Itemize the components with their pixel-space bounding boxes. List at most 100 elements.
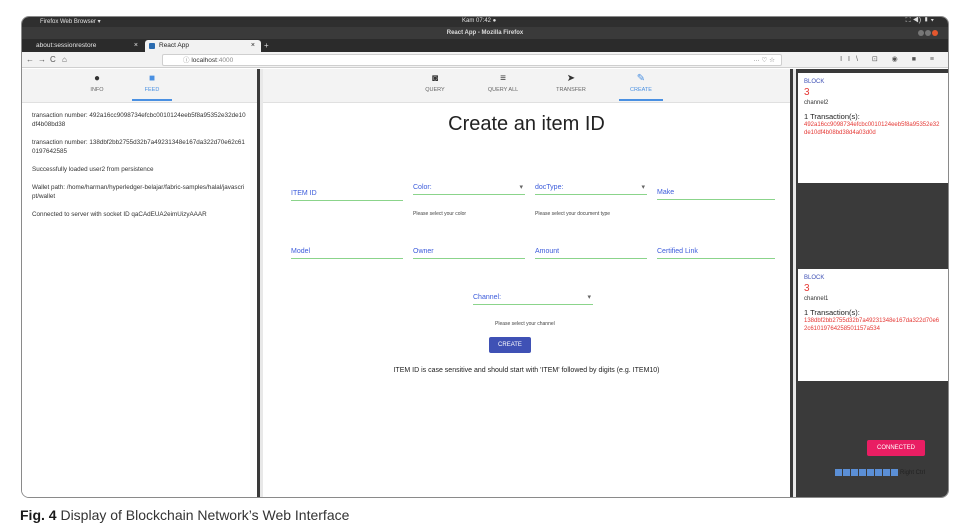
- tab-feed-label: FEED: [144, 87, 160, 93]
- tab-query-all-label: QUERY ALL: [487, 87, 519, 93]
- channel-select[interactable]: Channel:: [473, 291, 593, 305]
- figure-number: Fig. 4: [20, 507, 57, 523]
- vm-status-icon: [835, 469, 843, 476]
- color-hint: Please select your color: [413, 211, 467, 217]
- screenshot-frame: Firefox Web Browser ▾ Kam 07:42 ● ⛶ ◀) ▮…: [21, 16, 949, 498]
- page-content: ● INFO ■ FEED transaction number: 492a16…: [22, 69, 948, 497]
- owner-input[interactable]: Owner: [413, 245, 525, 259]
- certified-link-input[interactable]: Certified Link: [657, 245, 775, 259]
- block-label: BLOCK: [804, 275, 825, 281]
- tab-info-label: INFO: [90, 87, 104, 93]
- tab-create[interactable]: ✎ CREATE: [609, 73, 673, 101]
- block-tx-count: 1 Transaction(s):: [804, 112, 860, 121]
- react-favicon-icon: [149, 43, 155, 49]
- url-bar[interactable]: ⓘ localhost:4000 ··· ♡ ☆: [162, 54, 782, 66]
- minimize-icon[interactable]: [917, 30, 924, 36]
- block-label: BLOCK: [804, 79, 825, 85]
- send-icon: ➤: [566, 73, 576, 84]
- tab-transfer-label: TRANSFER: [556, 87, 586, 93]
- tab-create-label: CREATE: [630, 87, 652, 93]
- feed-item: transaction number: 138dbf2bb2755d32b7a4…: [32, 139, 245, 155]
- maximize-icon[interactable]: [924, 30, 931, 36]
- app-menu[interactable]: Firefox Web Browser ▾: [40, 18, 101, 25]
- pencil-icon: ✎: [636, 73, 646, 84]
- connected-badge[interactable]: CONNECTED: [867, 440, 925, 456]
- clock: Kam 07:42 ●: [462, 18, 497, 24]
- feed-item: Successfully loaded user2 from persisten…: [32, 166, 154, 173]
- page-actions[interactable]: ··· ♡ ☆: [753, 55, 775, 66]
- window-controls: [916, 29, 938, 37]
- close-tab-icon[interactable]: ×: [134, 40, 138, 52]
- feed-icon: ■: [148, 73, 156, 84]
- vm-status-icon: [891, 469, 899, 476]
- vm-status-icon: [843, 469, 851, 476]
- tab-transfer[interactable]: ➤ TRANSFER: [539, 73, 603, 93]
- main-tabs: ◙ QUERY ≡ QUERY ALL ➤ TRANSFER ✎ CREATE: [263, 69, 790, 103]
- amount-input[interactable]: Amount: [535, 245, 647, 259]
- tab-sessionrestore[interactable]: about:sessionrestore ×: [22, 40, 144, 52]
- vm-status-icon: [867, 469, 875, 476]
- back-button[interactable]: ←: [26, 55, 34, 64]
- tab-feed[interactable]: ■ FEED: [122, 73, 182, 101]
- url-host: localhost: [191, 57, 217, 64]
- window-titlebar: React App - Mozilla Firefox: [22, 27, 948, 39]
- home-button[interactable]: ⌂: [62, 55, 67, 64]
- close-icon[interactable]: [931, 30, 938, 36]
- vm-status-icon: [875, 469, 883, 476]
- vm-status-icon: [883, 469, 891, 476]
- tab-label: about:sessionrestore: [36, 42, 97, 49]
- vm-status-icon: [859, 469, 867, 476]
- tab-label: React App: [159, 42, 189, 49]
- feed-item: transaction number: 492a16cc9098734efcbc…: [32, 112, 246, 128]
- tab-query[interactable]: ◙ QUERY: [403, 73, 467, 93]
- doctype-select[interactable]: docType:: [535, 181, 647, 195]
- right-ctrl-label: Right Ctrl: [899, 470, 925, 477]
- figure-text: Display of Blockchain Network’s Web Inte…: [60, 507, 350, 523]
- info-icon[interactable]: ⓘ: [183, 57, 190, 64]
- reload-button[interactable]: C: [50, 55, 56, 64]
- page-title: Create an item ID: [448, 113, 605, 135]
- feed-list: transaction number: 492a16cc9098734efcbc…: [22, 103, 257, 236]
- feed-item: Connected to server with socket ID qaCAd…: [32, 211, 207, 218]
- tab-query-label: QUERY: [425, 87, 445, 93]
- block-card[interactable]: BLOCK 3 channel2 1 Transaction(s): 492a1…: [798, 73, 948, 183]
- color-select[interactable]: Color:: [413, 181, 525, 195]
- info-icon: ●: [93, 73, 101, 84]
- block-card[interactable]: BLOCK 3 channel1 1 Transaction(s): 138db…: [798, 269, 948, 381]
- os-top-bar: Firefox Web Browser ▾ Kam 07:42 ● ⛶ ◀) ▮…: [22, 17, 948, 27]
- toolbar-icons[interactable]: II\ ⊡ ◉ ■ ≡: [840, 55, 940, 63]
- doctype-hint: Please select your document type: [535, 211, 611, 217]
- left-tabs: ● INFO ■ FEED: [22, 69, 257, 103]
- left-pane: ● INFO ■ FEED transaction number: 492a16…: [22, 69, 260, 497]
- forward-button[interactable]: →: [38, 55, 46, 64]
- block-channel: channel1: [804, 296, 829, 302]
- tab-info[interactable]: ● INFO: [67, 73, 127, 93]
- window-title: React App - Mozilla Firefox: [446, 30, 524, 36]
- main-pane: ◙ QUERY ≡ QUERY ALL ➤ TRANSFER ✎ CREATE …: [263, 69, 793, 497]
- tab-query-all[interactable]: ≡ QUERY ALL: [471, 73, 535, 93]
- browser-tabbar: about:sessionrestore × React App × +: [22, 39, 948, 52]
- system-tray[interactable]: ⛶ ◀) ▮ ▾: [906, 17, 934, 25]
- url-port: :4000: [216, 57, 234, 64]
- block-tx-hash: 138dbf2bb2755d32b7a49231348e167da322d70e…: [804, 318, 940, 332]
- channel-hint: Please select your channel: [495, 321, 555, 327]
- new-tab-button[interactable]: +: [264, 40, 269, 52]
- make-input[interactable]: Make: [657, 186, 775, 200]
- query-icon: ◙: [431, 73, 439, 84]
- vm-taskbar: Right Ctrl: [760, 469, 925, 479]
- vm-status-icon: [851, 469, 859, 476]
- create-button[interactable]: CREATE: [489, 337, 531, 353]
- close-tab-icon[interactable]: ×: [251, 40, 255, 52]
- item-id-input[interactable]: ITEM ID: [291, 187, 403, 201]
- item-id-note: ITEM ID is case sensitive and should sta…: [393, 367, 660, 374]
- block-channel: channel2: [804, 100, 829, 106]
- block-tx-count: 1 Transaction(s):: [804, 308, 860, 317]
- block-number: 3: [804, 87, 810, 98]
- block-number: 3: [804, 283, 810, 294]
- blocks-pane: BLOCK 3 channel2 1 Transaction(s): 492a1…: [796, 69, 948, 497]
- feed-item: Wallet path: /home/harman/hyperledger-be…: [32, 184, 245, 200]
- model-input[interactable]: Model: [291, 245, 403, 259]
- tab-react-app[interactable]: React App ×: [145, 40, 261, 52]
- block-tx-hash: 492a16cc9098734efcbc0010124eeb5f8a95352e…: [804, 122, 940, 136]
- navigation-bar: ← → C ⌂ ⓘ localhost:4000 ··· ♡ ☆ II\ ⊡ ◉…: [22, 52, 948, 68]
